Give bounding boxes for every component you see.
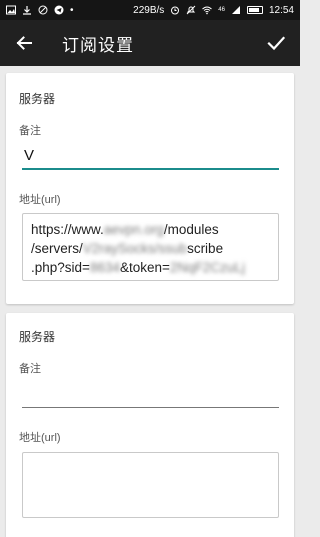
remark-field[interactable] <box>22 143 279 170</box>
bell-off-icon <box>186 5 196 15</box>
url-line-2: /servers/V2raySocks/ssubscribe <box>31 241 224 256</box>
url-field[interactable]: https://www.aevpn.org/modules /servers/V… <box>22 213 279 281</box>
check-icon <box>267 36 285 51</box>
url-field[interactable] <box>22 452 279 518</box>
wifi-icon <box>202 6 213 15</box>
server-section-title: 服务器 <box>19 92 56 106</box>
alarm-icon <box>171 6 180 15</box>
back-button[interactable] <box>12 31 36 55</box>
server-card: 服务器 备注 地址(url) <box>6 313 294 537</box>
no-sync-icon <box>38 5 48 15</box>
remark-label: 备注 <box>19 363 41 375</box>
signal-icon <box>231 6 240 14</box>
notification-icons: • <box>6 5 74 16</box>
telegram-icon <box>54 5 64 15</box>
url-label: 地址(url) <box>19 432 61 444</box>
network-speed: 229B/s <box>133 4 165 16</box>
remark-label: 备注 <box>19 125 41 137</box>
server-section-title: 服务器 <box>19 330 56 344</box>
server-card: 服务器 备注 地址(url) https://www.aevpn.org/mod… <box>6 73 294 304</box>
subscription-list[interactable]: 服务器 备注 地址(url) https://www.aevpn.org/mod… <box>0 66 300 537</box>
app-bar: 订阅设置 <box>0 20 300 66</box>
remark-field[interactable] <box>22 381 279 408</box>
system-indicators: 229B/s 46 12:54 <box>133 5 294 16</box>
arrow-left-icon <box>16 36 32 50</box>
status-bar: • 229B/s 46 12:54 <box>0 0 300 20</box>
remark-input[interactable] <box>22 381 279 406</box>
save-button[interactable] <box>264 31 288 55</box>
page-title: 订阅设置 <box>62 35 134 55</box>
url-line-1: https://www.aevpn.org/modules <box>31 222 219 237</box>
battery-icon <box>246 6 263 14</box>
url-line-3: .php?sid=8634&token=2NqF2CzuLj <box>31 260 245 275</box>
remark-input[interactable] <box>22 143 279 168</box>
image-icon <box>6 5 16 15</box>
dot-icon: • <box>70 4 74 16</box>
download-icon <box>23 6 31 15</box>
signal-label: 46 <box>218 7 225 13</box>
clock: 12:54 <box>268 4 294 16</box>
url-label: 地址(url) <box>19 194 61 206</box>
